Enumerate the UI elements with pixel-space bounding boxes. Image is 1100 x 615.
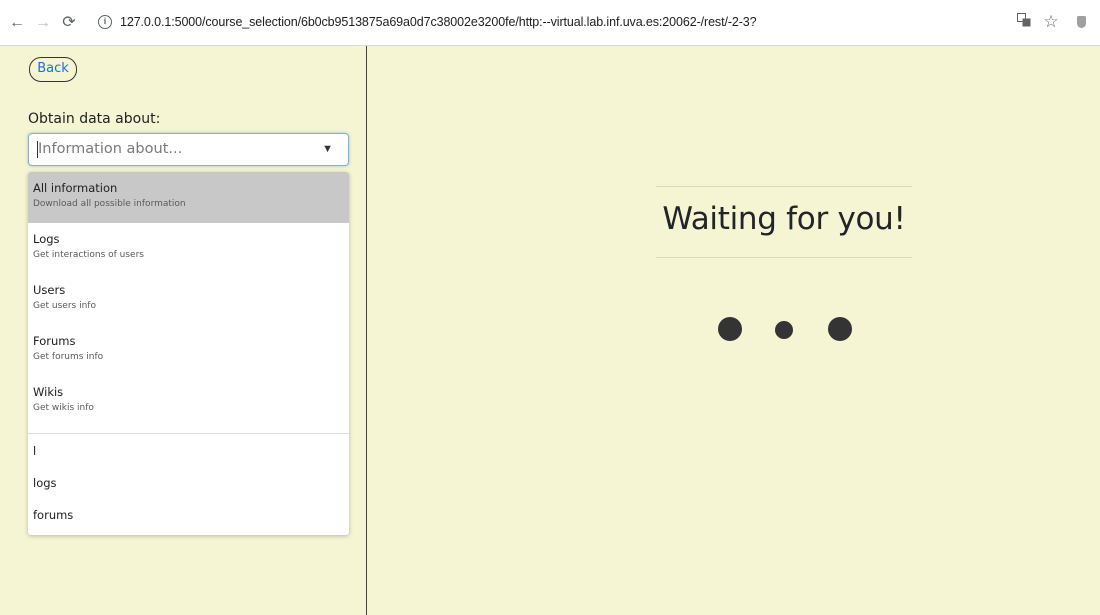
- address-bar[interactable]: i 127.0.0.1:5000/course_selection/6b0cb9…: [90, 10, 1010, 36]
- option-label: logs: [33, 476, 57, 490]
- back-arrow-icon[interactable]: ←: [8, 14, 26, 32]
- page-content: Back Obtain data about: Information abou…: [0, 46, 1100, 615]
- dropdown-menu: All information Download all possible in…: [28, 172, 349, 535]
- option-title: Users: [33, 283, 66, 297]
- url-text[interactable]: 127.0.0.1:5000/course_selection/6b0cb951…: [120, 15, 757, 29]
- obtain-label: Obtain data about:: [28, 111, 161, 127]
- shield-icon[interactable]: [1072, 13, 1090, 31]
- option-wikis[interactable]: Wikis Get wikis info: [28, 376, 349, 427]
- waiting-title: Waiting for you!: [662, 201, 906, 237]
- chevron-down-icon[interactable]: ▼: [322, 143, 333, 155]
- option-all-information[interactable]: All information Download all possible in…: [28, 172, 349, 223]
- option-description: Get wikis info: [33, 403, 94, 413]
- option-label: l: [33, 444, 37, 458]
- option-description: Download all possible information: [33, 199, 186, 209]
- option-l[interactable]: l: [28, 435, 349, 467]
- text-caret: [37, 141, 38, 158]
- option-label: forums: [33, 508, 74, 522]
- sidebar: Back Obtain data about: Information abou…: [0, 46, 367, 615]
- back-button[interactable]: Back: [29, 57, 77, 82]
- option-description: Get users info: [33, 301, 96, 311]
- info-icon[interactable]: i: [98, 15, 112, 29]
- option-title: Logs: [33, 232, 60, 246]
- loading-dot: [828, 317, 852, 341]
- option-title: All information: [33, 181, 118, 195]
- main-panel: Waiting for you!: [369, 46, 1100, 615]
- option-logs-plain[interactable]: logs: [28, 467, 349, 499]
- option-forums[interactable]: Forums Get forums info: [28, 325, 349, 376]
- forward-arrow-icon[interactable]: →: [34, 14, 52, 32]
- option-title: Wikis: [33, 385, 64, 399]
- reload-icon[interactable]: ⟳: [60, 14, 78, 32]
- dropdown-divider: [28, 433, 349, 434]
- divider-bottom: [656, 257, 912, 258]
- option-description: Get forums info: [33, 352, 104, 362]
- option-logs[interactable]: Logs Get interactions of users: [28, 223, 349, 274]
- browser-toolbar: ← → ⟳ i 127.0.0.1:5000/course_selection/…: [0, 0, 1100, 46]
- loading-dot: [718, 317, 742, 341]
- information-select[interactable]: Information about... ▼: [28, 133, 349, 166]
- star-icon[interactable]: ☆: [1042, 13, 1060, 31]
- select-placeholder: Information about...: [38, 141, 183, 157]
- option-title: Forums: [33, 334, 76, 348]
- loading-dot: [775, 321, 793, 339]
- option-description: Get interactions of users: [33, 250, 144, 260]
- option-users[interactable]: Users Get users info: [28, 274, 349, 325]
- divider-top: [656, 186, 912, 187]
- translate-icon[interactable]: [1015, 13, 1033, 31]
- option-forums-plain[interactable]: forums: [28, 499, 349, 531]
